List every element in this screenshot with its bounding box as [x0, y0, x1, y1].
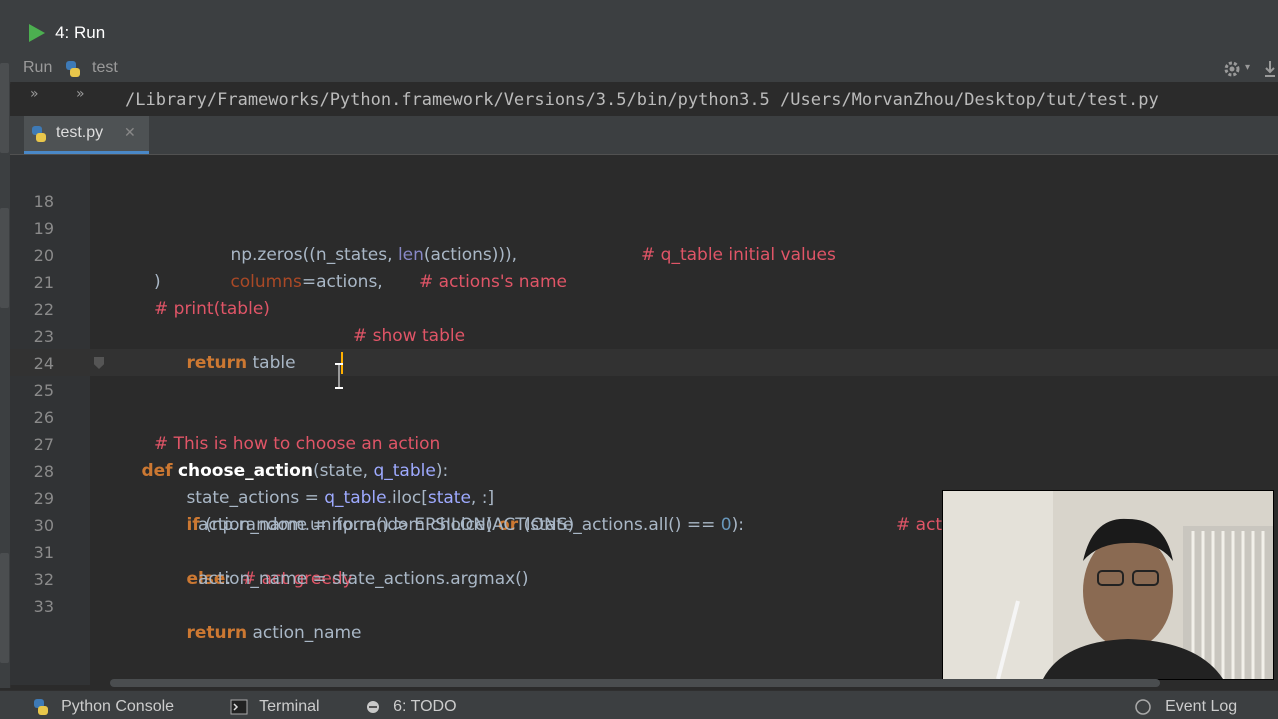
event-log-label: Event Log — [1165, 697, 1238, 715]
code-line: 26 # This is how to choose an action — [10, 377, 1278, 454]
code-line: 27 state_actions = q_table.iloc[state, :… — [10, 404, 1278, 508]
gear-icon[interactable] — [1222, 59, 1242, 79]
editor-tab-test-py[interactable]: test.py ✕ — [24, 116, 149, 154]
todo-tab[interactable]: 6: TODO — [364, 696, 457, 716]
code-line: 25 def choose_action(state, q_table): — [10, 350, 1278, 481]
code-line: 23 — [10, 296, 1278, 346]
editor-tab-bar: test.py ✕ — [10, 116, 1278, 155]
webcam-overlay — [942, 490, 1274, 680]
fold-icon[interactable] — [94, 357, 104, 369]
python-file-icon — [32, 126, 46, 142]
run-play-icon — [29, 23, 45, 42]
code-line: 21 # print(table) # show table — [10, 242, 1278, 346]
todo-label: 6: TODO — [393, 697, 457, 715]
terminal-icon — [230, 699, 248, 714]
favorites-tool-tab[interactable] — [0, 553, 9, 663]
run-label: Run — [23, 59, 53, 76]
bottom-tool-bar: Python Console Terminal 6: TODO Event Lo… — [0, 690, 1278, 719]
mouse-cursor-icon — [335, 363, 343, 389]
code-line: 28 if (np.random.uniform() > EPSILON) or… — [10, 431, 1278, 535]
close-tab-icon[interactable]: ✕ — [124, 124, 136, 141]
run-command-text: /Library/Frameworks/Python.framework/Ver… — [125, 90, 1159, 110]
line-number: 33 — [33, 597, 54, 616]
run-tab[interactable]: 4: Run — [28, 22, 105, 43]
run-toolbar: Run test ▾ — [10, 56, 1278, 82]
rerun-expand-icon[interactable]: » — [30, 86, 39, 102]
terminal-label: Terminal — [259, 697, 320, 715]
gear-dropdown-icon[interactable]: ▾ — [1245, 62, 1250, 73]
run-tab-label: 4: Run — [55, 22, 106, 42]
code-line: 29 action_name = np.random.choice(ACTION… — [10, 458, 1278, 535]
structure-tool-tab[interactable] — [0, 208, 9, 308]
run-config-name[interactable]: test — [92, 59, 118, 77]
editor-tab-label: test.py — [56, 124, 104, 141]
code-token: action_name — [247, 623, 362, 643]
code-keyword: return — [186, 623, 248, 643]
run-tool-window-header: 4: Run — [10, 8, 1278, 56]
code-line: 18 np.zeros((n_states, len(actions))), #… — [10, 161, 1278, 265]
python-console-label: Python Console — [61, 697, 175, 715]
python-icon — [66, 61, 80, 77]
code-line: 19 columns=actions, # actions's name — [10, 188, 1278, 292]
python-console-icon — [34, 698, 48, 715]
horizontal-scrollbar[interactable] — [110, 679, 1160, 687]
event-log-tab[interactable]: Event Log — [1132, 696, 1237, 716]
code-line: 24 — [10, 323, 1278, 373]
todo-icon — [367, 700, 379, 713]
code-line: 22 return table — [10, 269, 1278, 373]
webcam-image — [943, 491, 1273, 679]
project-tool-tab[interactable] — [0, 63, 9, 153]
run-output-console[interactable]: » » /Library/Frameworks/Python.framework… — [10, 84, 1278, 116]
event-log-icon — [1135, 698, 1151, 715]
terminal-tab[interactable]: Terminal — [230, 696, 320, 716]
python-console-tab[interactable]: Python Console — [32, 696, 174, 716]
code-line: 20 ) — [10, 215, 1278, 292]
hide-download-icon[interactable] — [1263, 59, 1277, 79]
stop-expand-icon[interactable]: » — [76, 86, 85, 102]
